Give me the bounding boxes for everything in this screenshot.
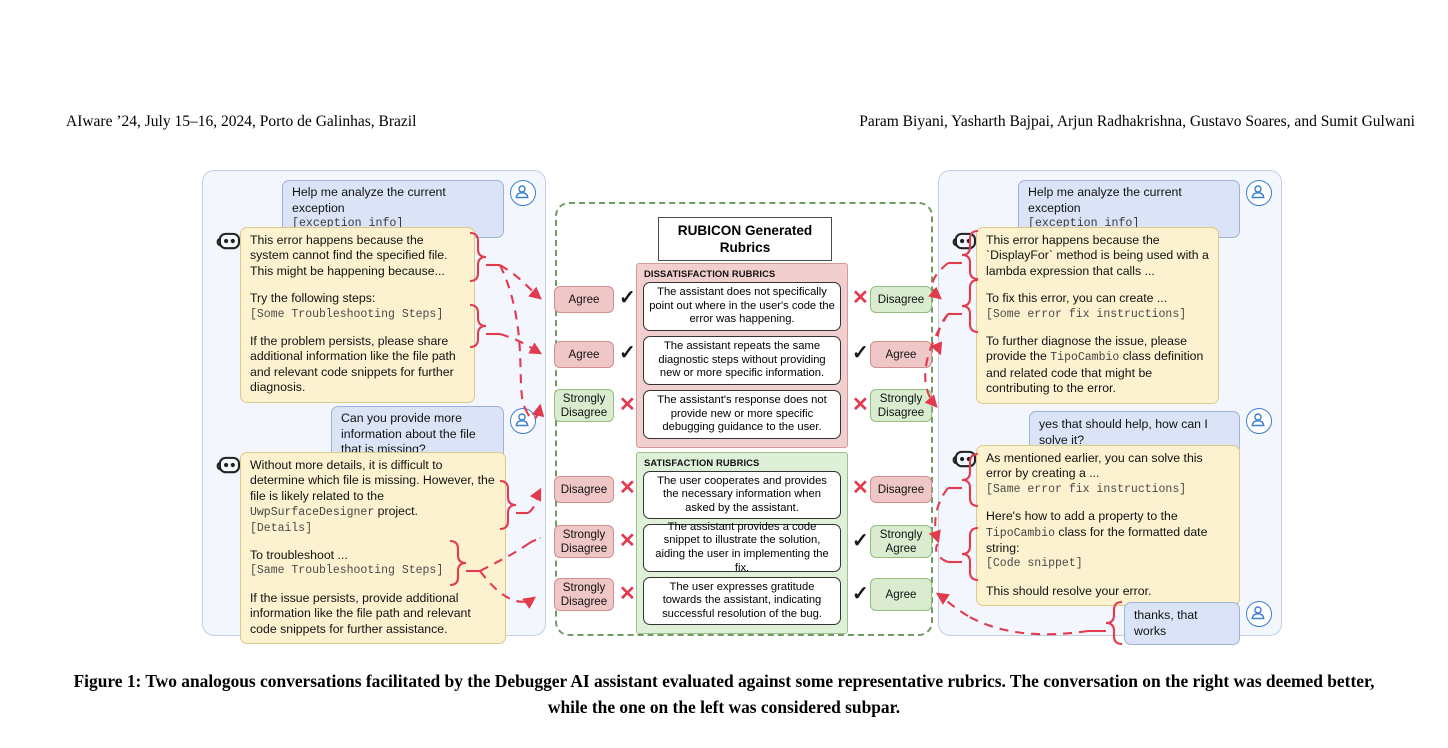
left-assistant-message-2-p3: If the issue persists, provide additiona… — [250, 590, 471, 636]
left-verdict-mark-2: ✓ — [619, 342, 636, 364]
right-verdict-chip-4: Disagree — [870, 476, 932, 503]
left-verdict-mark-1: ✓ — [619, 287, 636, 309]
bot-avatar-icon — [215, 231, 242, 252]
right-verdict-mark-1: ✕ — [852, 287, 869, 309]
right-verdict-mark-4: ✕ — [852, 477, 869, 499]
left-verdict-chip-6: Strongly Disagree — [554, 578, 614, 611]
right-assistant-message-1: This error happens because the `DisplayF… — [976, 227, 1219, 404]
right-verdict-mark-2: ✓ — [852, 342, 869, 364]
user-avatar-icon — [1246, 601, 1272, 627]
bot-avatar-icon — [215, 455, 242, 476]
left-assistant-message-1-p2: Try the following steps: — [250, 291, 376, 306]
rubric-card: The user cooperates and provides the nec… — [643, 471, 841, 519]
right-verdict-chip-3: Strongly Disagree — [870, 389, 932, 422]
right-assistant-message-1-code: TipoCambio — [1050, 351, 1120, 365]
right-assistant-message-2-code: TipoCambio — [986, 526, 1056, 540]
left-assistant-message-2-p1a: Without more details, it is difficult to… — [250, 458, 495, 503]
left-verdict-mark-4: ✕ — [619, 477, 636, 499]
left-verdict-chip-1: Agree — [554, 286, 614, 313]
user-avatar-icon — [1246, 408, 1272, 434]
left-assistant-message-2-p2: To troubleshoot ... — [250, 548, 348, 563]
right-assistant-message-2-p2a: Here's how to add a property to the — [986, 509, 1178, 524]
left-assistant-message-2-p1-mono: [Details] — [250, 521, 313, 535]
rubric-card: The assistant does not specifically poin… — [643, 282, 841, 331]
left-verdict-mark-5: ✕ — [619, 530, 636, 552]
right-verdict-chip-6: Agree — [870, 578, 932, 611]
left-verdict-mark-6: ✕ — [619, 583, 636, 605]
right-assistant-message-1-p2: To fix this error, you can create ... — [986, 291, 1168, 306]
figure-1-image: Help me analyze the current exception [e… — [0, 158, 1448, 648]
bot-avatar-icon — [951, 449, 978, 470]
left-user-message-1-text: Help me analyze the current exception — [292, 185, 446, 215]
right-user-message-2-text: yes that should help, how can I solve it… — [1039, 417, 1208, 447]
right-assistant-message-2: As mentioned earlier, you can solve this… — [976, 445, 1240, 607]
left-assistant-message-1-p2-mono: [Some Troubleshooting Steps] — [250, 307, 444, 321]
rubicon-title-box: RUBICON Generated Rubrics — [658, 217, 832, 261]
right-verdict-mark-5: ✓ — [852, 530, 869, 552]
right-user-message-3-text: thanks, that works — [1134, 608, 1198, 638]
rubric-card: The assistant repeats the same diagnosti… — [643, 336, 841, 385]
rubric-card: The assistant provides a code snippet to… — [643, 521, 841, 574]
running-header-right: Param Biyani, Yasharth Bajpai, Arjun Rad… — [859, 113, 1415, 130]
dissatisfaction-rubrics-group: DISSATISFACTION RUBRICS The assistant do… — [636, 263, 848, 448]
user-avatar-icon — [510, 408, 536, 434]
right-verdict-chip-1: Disagree — [870, 286, 932, 313]
right-verdict-mark-6: ✓ — [852, 583, 869, 605]
satisfaction-rubrics-label: SATISFACTION RUBRICS — [644, 457, 760, 468]
right-assistant-message-2-p2-mono: [Code snippet] — [986, 557, 1083, 571]
left-assistant-message-1-p3: If the problem persists, please share ad… — [250, 334, 456, 395]
bot-avatar-icon — [951, 231, 978, 252]
left-assistant-message-1-p1: This error happens because the system ca… — [250, 233, 448, 278]
rubric-card: The user expresses gratitude towards the… — [643, 577, 841, 625]
left-verdict-chip-2: Agree — [554, 341, 614, 368]
user-avatar-icon — [510, 180, 536, 206]
rubric-card: The assistant's response does not provid… — [643, 390, 841, 439]
right-assistant-message-1-p2-mono: [Some error fix instructions] — [986, 307, 1187, 321]
right-assistant-message-2-p3: This should resolve your error. — [986, 583, 1152, 598]
right-assistant-message-2-p1-mono: [Same error fix instructions] — [986, 482, 1187, 496]
right-verdict-chip-5: Strongly Agree — [870, 525, 932, 558]
left-verdict-mark-3: ✕ — [619, 394, 636, 416]
right-verdict-chip-2: Agree — [870, 341, 932, 368]
right-verdict-mark-3: ✕ — [852, 394, 869, 416]
figure-caption: Figure 1: Two analogous conversations fa… — [73, 671, 1375, 717]
right-assistant-message-2-p1: As mentioned earlier, you can solve this… — [986, 451, 1203, 481]
right-user-message-1-text: Help me analyze the current exception — [1028, 185, 1182, 215]
left-verdict-chip-4: Disagree — [554, 476, 614, 503]
left-verdict-chip-3: Strongly Disagree — [554, 389, 614, 422]
left-assistant-message-2-p2-mono: [Same Troubleshooting Steps] — [250, 564, 444, 578]
satisfaction-rubrics-group: SATISFACTION RUBRICS The user cooperates… — [636, 452, 848, 634]
right-user-message-3: thanks, that works — [1124, 602, 1240, 645]
left-assistant-message-2: Without more details, it is difficult to… — [240, 452, 506, 645]
running-header-left: AIware ’24, July 15–16, 2024, Porto de G… — [66, 113, 417, 130]
dissatisfaction-rubrics-label: DISSATISFACTION RUBRICS — [644, 268, 776, 279]
user-avatar-icon — [1246, 180, 1272, 206]
left-assistant-message-2-p1b: project. — [374, 504, 418, 519]
left-user-message-2-text: Can you provide more information about t… — [341, 411, 476, 456]
right-assistant-message-1-p1: This error happens because the `DisplayF… — [986, 233, 1209, 278]
left-verdict-chip-5: Strongly Disagree — [554, 525, 614, 558]
left-assistant-message-1: This error happens because the system ca… — [240, 227, 475, 403]
left-assistant-message-2-code: UwpSurfaceDesigner — [250, 506, 375, 520]
